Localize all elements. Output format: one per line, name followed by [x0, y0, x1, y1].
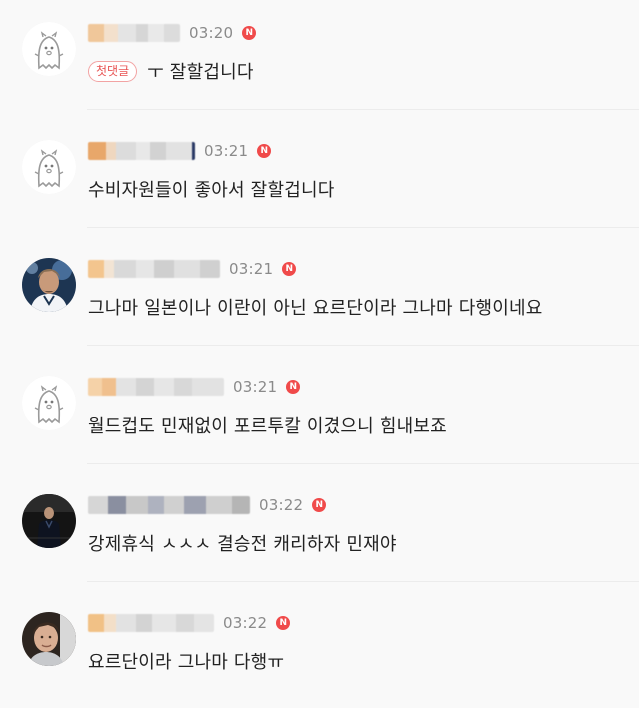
avatar[interactable]: [22, 22, 76, 76]
nickname-blurred[interactable]: [88, 24, 180, 42]
comment-item: 03:20 N 첫댓글 ㅜ 잘할겁니다: [0, 0, 639, 118]
comment-time: 03:21: [229, 260, 274, 278]
avatar[interactable]: [22, 494, 76, 548]
avatar[interactable]: [22, 376, 76, 430]
divider: [87, 463, 639, 464]
face-photo-icon: [22, 612, 76, 666]
avatar[interactable]: [22, 258, 76, 312]
comment-item: 03:22 N 요르단이라 그나마 다행ㅠ: [0, 590, 639, 708]
comment-time: 03:21: [233, 378, 278, 396]
comment-item: 03:21 N 수비자원들이 좋아서 잘할겁니다: [0, 118, 639, 236]
comment-text: 요르단이라 그나마 다행ㅠ: [88, 652, 285, 673]
ghost-avatar-icon: [22, 140, 76, 194]
ghost-avatar-icon: [22, 22, 76, 76]
nickname-blurred[interactable]: [88, 614, 214, 632]
comment-text: ㅜ 잘할겁니다: [147, 62, 254, 83]
nickname-blurred[interactable]: [88, 260, 220, 278]
comment-text: 수비자원들이 좋아서 잘할겁니다: [88, 180, 335, 201]
comment-item: 03:22 N 강제휴식 ㅅㅅㅅ 결승전 캐리하자 민재야: [0, 472, 639, 590]
new-badge: N: [286, 380, 301, 394]
comment-item: 03:21 N 월드컵도 민재없이 포르투칼 이겼으니 힘내보죠: [0, 354, 639, 472]
comment-time: 03:22: [259, 496, 304, 514]
first-comment-badge: 첫댓글: [88, 60, 138, 82]
divider: [87, 345, 639, 346]
avatar[interactable]: [22, 140, 76, 194]
divider: [87, 227, 639, 228]
new-badge: N: [242, 26, 257, 40]
coach-photo-icon: [22, 494, 76, 548]
comment-item: 03:21 N 그나마 일본이나 이란이 아닌 요르단이라 그나마 다행이네요: [0, 236, 639, 354]
comment-text: 월드컵도 민재없이 포르투칼 이겼으니 힘내보죠: [88, 416, 447, 437]
comment-time: 03:22: [223, 614, 268, 632]
ghost-avatar-icon: [22, 376, 76, 430]
comment-time: 03:20: [189, 24, 234, 42]
comment-text: 그나마 일본이나 이란이 아닌 요르단이라 그나마 다행이네요: [88, 298, 543, 319]
nickname-blurred[interactable]: [88, 142, 195, 160]
divider: [87, 581, 639, 582]
avatar[interactable]: [22, 612, 76, 666]
new-badge: N: [312, 498, 327, 512]
divider: [87, 109, 639, 110]
nickname-blurred[interactable]: [88, 378, 224, 396]
player-photo-icon: [22, 258, 76, 312]
new-badge: N: [282, 262, 297, 276]
new-badge: N: [276, 616, 291, 630]
new-badge: N: [257, 144, 272, 158]
nickname-blurred[interactable]: [88, 496, 250, 514]
comment-text: 강제휴식 ㅅㅅㅅ 결승전 캐리하자 민재야: [88, 534, 397, 555]
comment-time: 03:21: [204, 142, 249, 160]
